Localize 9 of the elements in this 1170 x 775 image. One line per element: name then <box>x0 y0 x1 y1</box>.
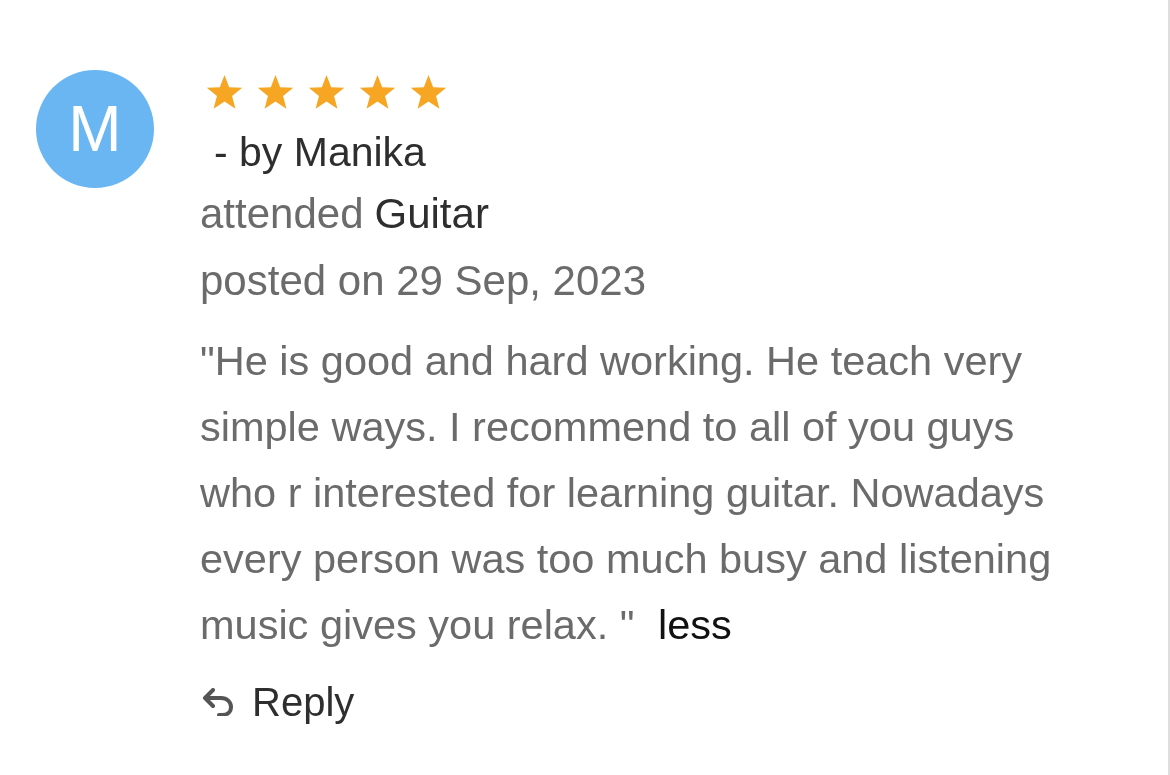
posted-date: posted on 29 Sep, 2023 <box>200 256 647 306</box>
attended-label: attended <box>200 189 364 239</box>
avatar-circle: M <box>36 70 154 188</box>
course-name: Guitar <box>374 189 489 239</box>
reply-button[interactable]: Reply <box>200 671 359 733</box>
author-name: - by Manika <box>214 128 426 177</box>
reply-arrow-icon <box>202 688 234 716</box>
less-link[interactable]: less <box>658 601 732 648</box>
review-text: "He is good and hard working. He teach very simple ways. I recommend to all of you guys who r interested for learning guitar. Nowadays every person was too much busy and listening music gives you relax. " less <box>200 336 1053 650</box>
